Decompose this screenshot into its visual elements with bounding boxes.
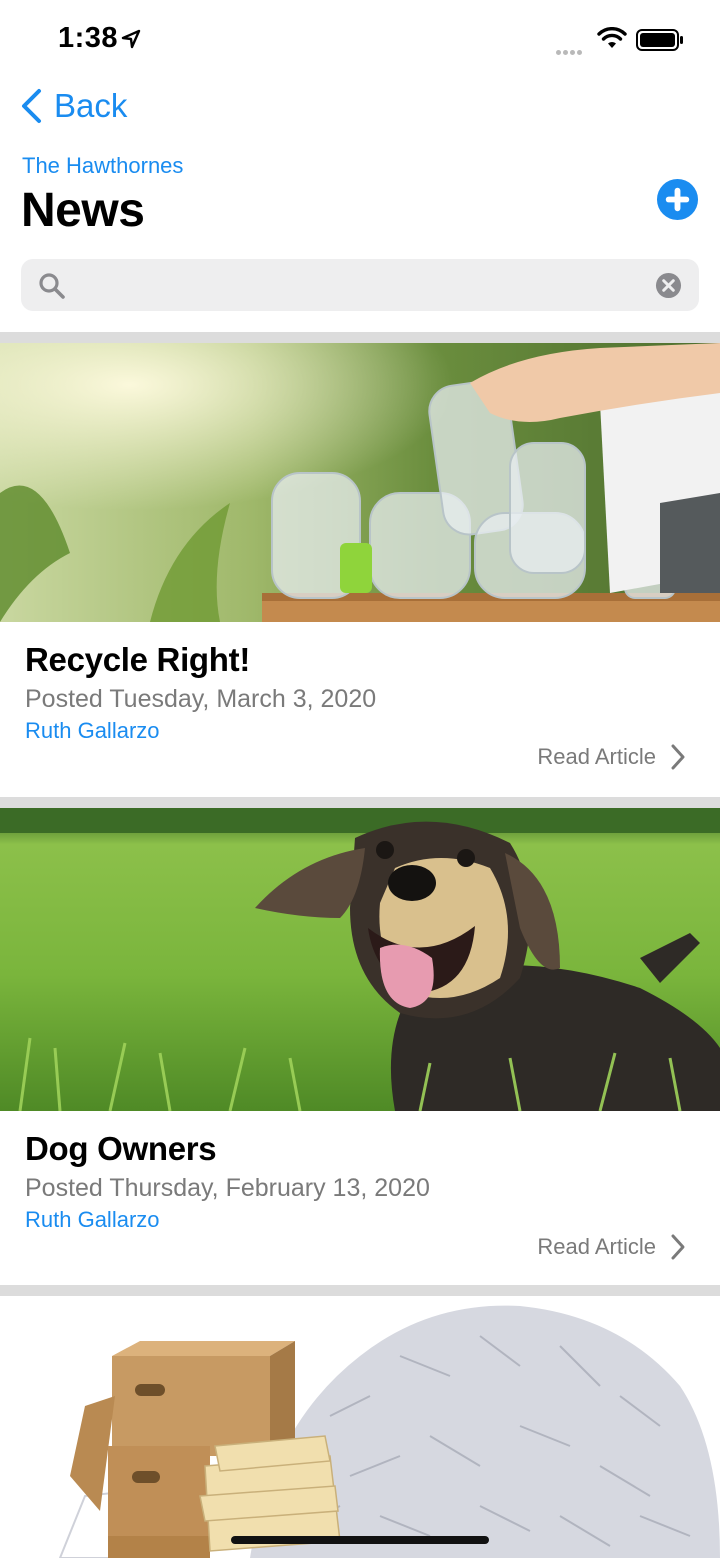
read-article-link[interactable]: Read Article: [537, 1233, 686, 1261]
read-article-label: Read Article: [537, 1234, 656, 1259]
search-icon: [39, 273, 65, 299]
article-author[interactable]: Ruth Gallarzo: [25, 718, 160, 744]
article-card[interactable]: [0, 1296, 720, 1558]
signal-icon: [556, 42, 584, 60]
chevron-right-icon: [671, 744, 685, 770]
article-title: Recycle Right!: [25, 641, 251, 678]
read-article-link[interactable]: Read Article: [537, 743, 686, 771]
battery-icon: [636, 29, 683, 51]
wifi-icon: [597, 27, 627, 48]
divider: [0, 797, 720, 808]
article-author[interactable]: Ruth Gallarzo: [25, 1207, 160, 1233]
status-bar: 1:38: [0, 0, 720, 80]
divider: [0, 332, 720, 343]
article-date: Posted Tuesday, March 3, 2020: [25, 685, 377, 713]
page-title: News: [21, 184, 145, 237]
chevron-left-icon: [22, 89, 41, 123]
article-card[interactable]: Recycle Right! Posted Tuesday, March 3, …: [0, 343, 720, 797]
location-arrow-icon: [121, 29, 141, 49]
back-label: Back: [54, 87, 128, 124]
search-input[interactable]: [81, 267, 655, 305]
recycling-bottles-photo: [0, 343, 720, 622]
shredded-paper-boxes-photo: [0, 1296, 720, 1558]
home-indicator[interactable]: [231, 1536, 489, 1544]
read-article-label: Read Article: [537, 744, 656, 769]
clear-icon[interactable]: [655, 272, 682, 299]
article-title: Dog Owners: [25, 1130, 217, 1167]
chevron-right-icon: [671, 1234, 685, 1260]
back-button[interactable]: Back: [20, 86, 127, 126]
status-time: 1:38: [58, 22, 119, 54]
article-date: Posted Thursday, February 13, 2020: [25, 1174, 430, 1202]
divider: [0, 1285, 720, 1296]
search-bar[interactable]: [21, 259, 699, 311]
dog-in-grass-photo: [0, 808, 720, 1111]
add-article-button[interactable]: [656, 178, 699, 221]
community-name: The Hawthornes: [22, 153, 184, 178]
article-card[interactable]: Dog Owners Posted Thursday, February 13,…: [0, 808, 720, 1285]
